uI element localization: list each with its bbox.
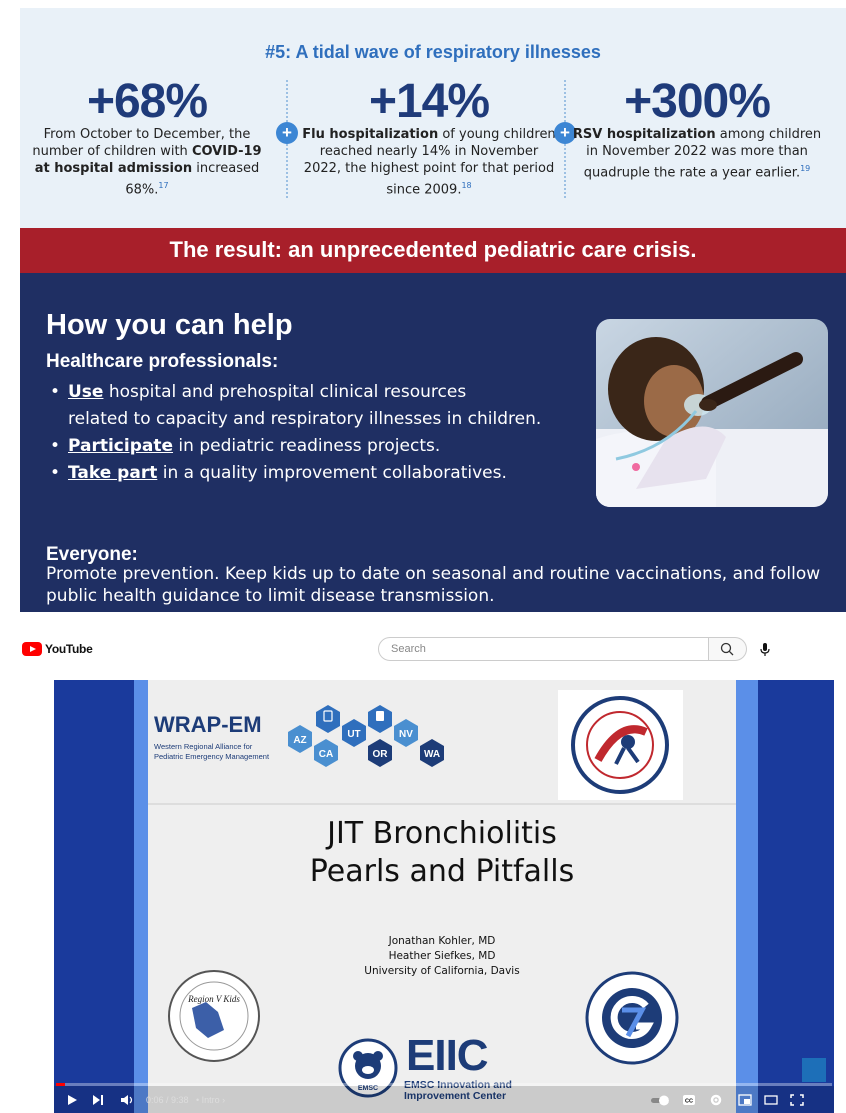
state-hexagons: AZ CA NV OR WA UT	[288, 705, 444, 767]
slide-title: JIT Bronchiolitis Pearls and Pitfalls	[148, 815, 736, 891]
search-button[interactable]	[709, 637, 747, 661]
list-item-text: related to capacity and respiratory illn…	[68, 409, 542, 429]
use-link[interactable]: Use	[68, 382, 103, 402]
search-input[interactable]: Search	[378, 637, 709, 661]
stat-value: +14%	[368, 75, 490, 128]
volume-icon[interactable]	[120, 1094, 134, 1106]
chapter-label[interactable]: • Intro ›	[196, 1094, 225, 1106]
stat-description: From October to December, the number of …	[27, 126, 267, 198]
autoplay-toggle-icon[interactable]	[650, 1094, 670, 1106]
state-label: NV	[399, 729, 413, 740]
state-label: OR	[373, 749, 389, 760]
settings-gear-icon[interactable]	[710, 1094, 722, 1106]
list-item-text: in pediatric readiness projects.	[173, 436, 441, 456]
youtube-play-icon	[22, 642, 42, 656]
stat-covid: +68% From October to December, the numbe…	[27, 75, 267, 198]
help-title: How you can help	[46, 309, 293, 341]
stat-description: Flu hospitalization of young children re…	[302, 126, 556, 198]
fullscreen-icon[interactable]	[790, 1094, 804, 1106]
everyone-text: Promote prevention. Keep kids up to date…	[46, 564, 821, 606]
plus-icon: +	[276, 122, 298, 144]
footnote-ref: 19	[800, 164, 811, 173]
stat-value: +300%	[624, 75, 771, 128]
list-item: Use hospital and prehospital clinical re…	[46, 379, 606, 433]
list-item-text: hospital and prehospital clinical resour…	[103, 382, 467, 402]
video-player[interactable]: WRAP-EM Western Regional Alliance for Pe…	[54, 680, 834, 1113]
theater-mode-icon[interactable]	[764, 1094, 778, 1106]
slide-title-line: JIT Bronchiolitis	[327, 816, 557, 851]
list-item-text: in a quality improvement collaboratives.	[157, 463, 507, 483]
result-banner-text: The result: an unprecedented pediatric c…	[169, 237, 697, 262]
stats-title: #5: A tidal wave of respiratory illnesse…	[265, 42, 601, 62]
eiic-logo: EIIC	[406, 1031, 489, 1080]
infographic: #5: A tidal wave of respiratory illnesse…	[20, 8, 846, 612]
svg-text:Region V Kids: Region V Kids	[187, 994, 240, 1004]
stats-panel: #5: A tidal wave of respiratory illnesse…	[20, 8, 846, 228]
pediatric-pandemic-network-logo	[558, 690, 683, 800]
wrap-em-logo-subtitle: Western Regional Alliance for Pediatric …	[154, 742, 269, 762]
footnote-ref: 17	[158, 181, 169, 190]
action-list: Use hospital and prehospital clinical re…	[46, 379, 606, 487]
slide-title-line: Pearls and Pitfalls	[309, 854, 575, 889]
captions-icon[interactable]: CC	[682, 1094, 696, 1106]
svg-text:CC: CC	[685, 1099, 693, 1105]
region-7-disaster-network-logo	[585, 971, 679, 1065]
play-icon[interactable]	[66, 1094, 78, 1106]
list-item: Participate in pediatric readiness proje…	[46, 433, 606, 460]
slide-header: WRAP-EM Western Regional Alliance for Pe…	[148, 680, 736, 805]
wrap-em-sub-line: Pediatric Emergency Management	[154, 752, 270, 761]
author-line: Jonathan Kohler, MD	[388, 935, 496, 947]
state-label: CA	[319, 749, 333, 760]
list-item: Take part in a quality improvement colla…	[46, 460, 606, 487]
result-banner: The result: an unprecedented pediatric c…	[20, 228, 846, 273]
page: #5: A tidal wave of respiratory illnesse…	[0, 0, 846, 1113]
miniplayer-icon[interactable]	[738, 1094, 752, 1106]
stat-flu: +14% Flu hospitalization of young childr…	[302, 75, 556, 198]
youtube-window: YouTube Search WRAP-EM Western Regional …	[0, 628, 846, 1113]
slide-border-left	[134, 680, 148, 1113]
child-oxygen-photo	[596, 319, 828, 507]
take-part-link[interactable]: Take part	[68, 463, 157, 483]
healthcare-professionals-heading: Healthcare professionals:	[46, 351, 279, 372]
state-label: UT	[347, 729, 360, 740]
time-display: 0:06 / 9:38	[146, 1095, 189, 1105]
wrap-em-logo-title: WRAP-EM	[154, 712, 262, 737]
channel-watermark[interactable]	[802, 1058, 826, 1082]
stat-description: RSV hospitalization among children in No…	[572, 126, 822, 181]
state-label: AZ	[293, 735, 306, 746]
stat-rsv: +300% RSV hospitalization among children…	[572, 75, 822, 181]
wrap-em-sub-line: Western Regional Alliance for	[154, 742, 253, 751]
state-label: WA	[424, 749, 440, 760]
next-icon[interactable]	[92, 1094, 104, 1106]
region-v-kids-logo: Region V Kids	[168, 970, 260, 1062]
youtube-logo[interactable]: YouTube	[22, 642, 93, 656]
participate-link[interactable]: Participate	[68, 436, 173, 456]
slide-border-right	[736, 680, 758, 1113]
presentation-slide: WRAP-EM Western Regional Alliance for Pe…	[148, 680, 736, 1113]
microphone-icon[interactable]	[757, 641, 773, 657]
youtube-logo-text: YouTube	[45, 642, 93, 656]
stat-highlight: Flu hospitalization	[302, 127, 439, 142]
author-line: Heather Siefkes, MD	[388, 950, 496, 962]
search-icon	[720, 642, 734, 656]
footnote-ref: 18	[461, 181, 472, 190]
help-panel: How you can help Healthcare professional…	[20, 273, 846, 612]
stat-value: +68%	[86, 75, 208, 128]
player-controls: 0:06 / 9:38 • Intro › CC	[54, 1086, 834, 1113]
stat-highlight: RSV hospitalization	[572, 127, 716, 142]
